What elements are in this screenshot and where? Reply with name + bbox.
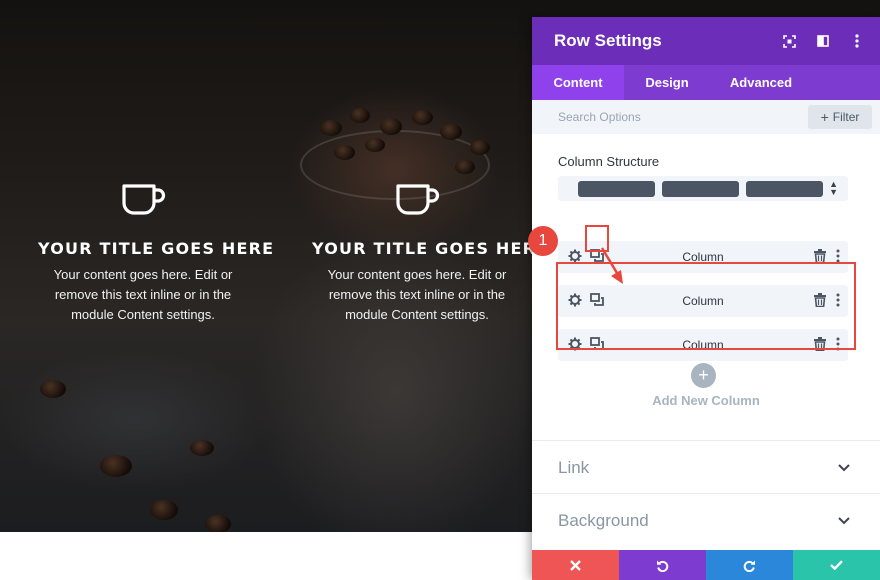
accordion-link-title[interactable]: Link xyxy=(558,458,589,478)
coffee-bean xyxy=(334,145,355,160)
filter-button[interactable]: + Filter xyxy=(808,105,872,129)
undo-button[interactable] xyxy=(619,550,706,580)
divider xyxy=(532,493,880,494)
more-options-icon[interactable] xyxy=(848,31,866,51)
tab-design[interactable]: Design xyxy=(624,65,710,100)
close-icon xyxy=(570,559,581,571)
redo-icon xyxy=(743,560,755,572)
blurb-module[interactable]: YOUR TITLE GOES HERE Your content goes h… xyxy=(312,183,549,325)
filter-label: Filter xyxy=(832,110,860,124)
coffee-bean xyxy=(190,440,214,456)
blurb-title: YOUR TITLE GOES HERE xyxy=(38,239,275,258)
blurb-body: Your content goes here. Edit or remove t… xyxy=(327,267,507,322)
coffee-bean xyxy=(455,160,475,174)
divider xyxy=(532,440,880,441)
blurb-module[interactable]: YOUR TITLE GOES HERE Your content goes h… xyxy=(38,183,275,325)
coffee-bean xyxy=(350,108,370,123)
chevron-down-icon[interactable] xyxy=(838,464,850,472)
coffee-bean xyxy=(440,124,462,140)
coffee-bean xyxy=(205,515,231,532)
settings-tabs: Content Design Advanced xyxy=(532,65,880,100)
redo-button[interactable] xyxy=(706,550,793,580)
structure-column-block xyxy=(662,181,739,197)
more-options-icon[interactable] xyxy=(836,249,840,263)
coffee-cup-icon xyxy=(396,184,440,215)
panel-title: Row Settings xyxy=(554,31,662,50)
panel-footer xyxy=(532,550,880,580)
highlight-box xyxy=(585,225,609,252)
coffee-bean xyxy=(412,110,433,125)
column-structure-label: Column Structure xyxy=(558,154,660,169)
trash-icon[interactable] xyxy=(814,249,826,263)
coffee-cup-icon xyxy=(122,184,166,215)
search-bar: + Filter xyxy=(532,100,880,134)
coffee-bean xyxy=(470,140,490,155)
blurb-body: Your content goes here. Edit or remove t… xyxy=(53,267,233,322)
step-badge: 1 xyxy=(528,226,558,256)
undo-icon xyxy=(657,560,669,572)
blurb-title: YOUR TITLE GOES HERE xyxy=(312,239,549,258)
column-structure-select[interactable]: ▲ ▼ xyxy=(558,176,848,201)
coffee-bean xyxy=(320,120,342,136)
add-column-button[interactable]: + xyxy=(691,363,716,388)
checkmark-icon xyxy=(830,560,843,570)
coffee-bean xyxy=(40,380,66,398)
coffee-bean xyxy=(150,500,178,520)
cancel-button[interactable] xyxy=(532,550,619,580)
save-button[interactable] xyxy=(793,550,880,580)
panel-header[interactable]: Row Settings xyxy=(532,17,880,65)
select-arrows-icon: ▲ ▼ xyxy=(829,179,838,197)
split-view-icon[interactable] xyxy=(814,31,832,51)
chevron-down-icon[interactable] xyxy=(838,517,850,525)
coffee-bean xyxy=(100,455,132,477)
coffee-bean xyxy=(365,138,385,152)
highlight-box xyxy=(556,262,856,350)
structure-column-block xyxy=(746,181,823,197)
add-column-label[interactable]: Add New Column xyxy=(532,393,880,408)
structure-column-block xyxy=(578,181,655,197)
fullscreen-icon[interactable] xyxy=(780,31,798,51)
search-input[interactable] xyxy=(532,100,802,134)
tab-content[interactable]: Content xyxy=(532,65,624,100)
plus-icon: + xyxy=(820,109,829,125)
tab-advanced[interactable]: Advanced xyxy=(710,65,812,100)
coffee-bean xyxy=(380,118,402,135)
accordion-background-title[interactable]: Background xyxy=(558,511,649,531)
